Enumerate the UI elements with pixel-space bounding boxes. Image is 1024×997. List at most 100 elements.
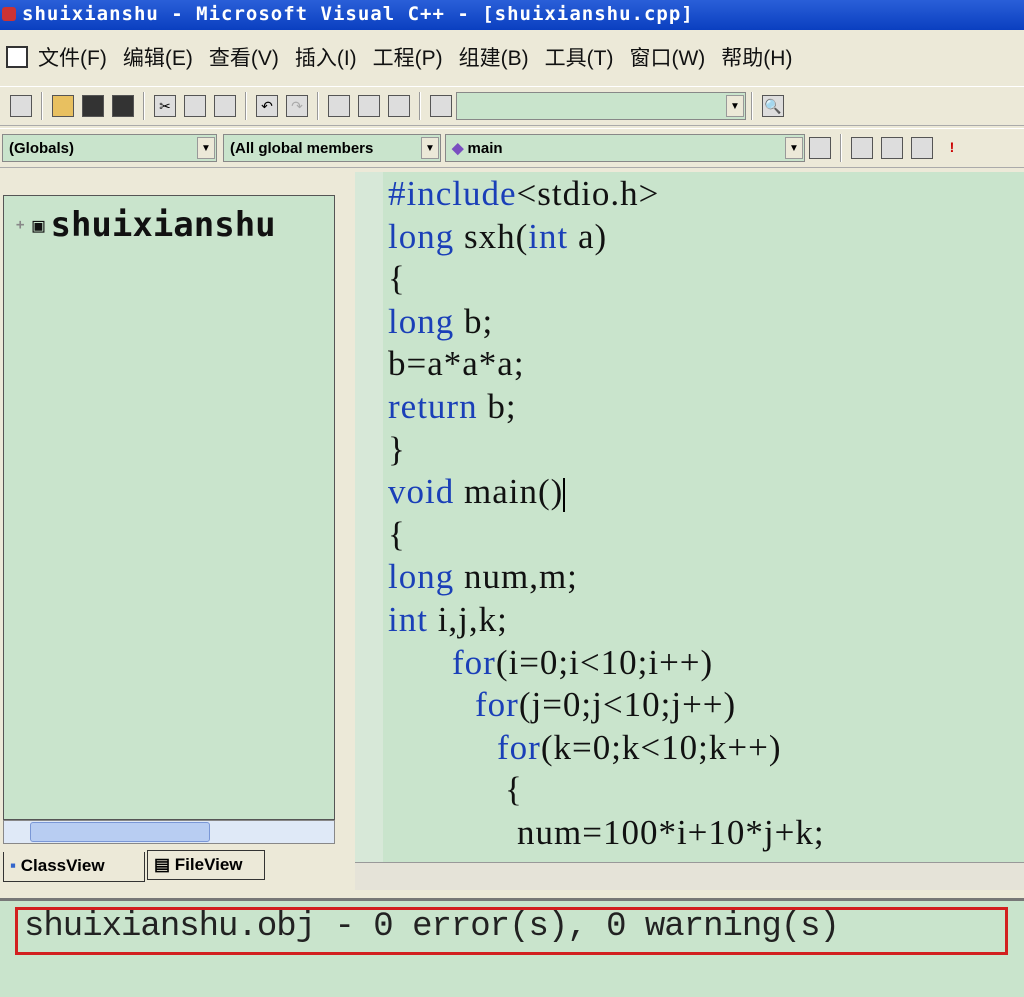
code-text: num,m; bbox=[454, 557, 578, 597]
menu-window[interactable]: 窗口(W) bbox=[629, 42, 705, 72]
stop-build-icon[interactable] bbox=[911, 137, 933, 159]
tree-item-root[interactable]: + ▣ shuixianshu bbox=[16, 205, 276, 245]
redo-icon[interactable]: ↷ bbox=[286, 95, 308, 117]
find-combo[interactable]: ▼ bbox=[456, 92, 746, 120]
menu-insert[interactable]: 插入(I) bbox=[295, 42, 357, 72]
code-keyword: int bbox=[388, 600, 428, 639]
class-tree[interactable] bbox=[3, 195, 335, 820]
expand-icon[interactable]: + bbox=[16, 217, 24, 233]
chevron-down-icon[interactable]: ▼ bbox=[421, 137, 439, 159]
chevron-down-icon[interactable]: ▼ bbox=[726, 95, 744, 117]
wizard-actions-icon[interactable] bbox=[809, 137, 831, 159]
code-text: a) bbox=[568, 216, 608, 256]
code-text: (j=0;j<10;j++) bbox=[518, 685, 737, 725]
code-text: i,j,k; bbox=[427, 600, 508, 639]
code-line: for(k=0;k<10;k++) bbox=[497, 728, 782, 768]
build-result-message: shuixianshu.obj - 0 error(s), 0 warning(… bbox=[24, 908, 840, 946]
code-keyword: long bbox=[388, 301, 455, 341]
code-keyword: int bbox=[528, 216, 569, 256]
code-text: b; bbox=[477, 387, 517, 426]
paste-icon[interactable] bbox=[214, 95, 236, 117]
cut-icon[interactable]: ✂ bbox=[154, 95, 176, 117]
member-combo[interactable]: ◆ main ▼ bbox=[445, 134, 805, 162]
editor-gutter bbox=[355, 172, 383, 862]
text-caret bbox=[563, 478, 566, 513]
output-window-icon[interactable] bbox=[358, 95, 380, 117]
code-keyword: for bbox=[497, 727, 541, 767]
code-line: long num,m; bbox=[388, 557, 578, 597]
code-keyword: return bbox=[388, 387, 478, 426]
title-bar: shuixianshu - Microsoft Visual C++ - [sh… bbox=[0, 0, 1024, 30]
menu-edit[interactable]: 编辑(E) bbox=[123, 42, 193, 72]
compile-icon[interactable] bbox=[851, 137, 873, 159]
menu-help[interactable]: 帮助(H) bbox=[721, 42, 792, 72]
code-text: b; bbox=[454, 301, 494, 341]
code-keyword: long bbox=[388, 557, 455, 597]
copy-icon[interactable] bbox=[184, 95, 206, 117]
chevron-down-icon[interactable]: ▼ bbox=[197, 137, 215, 159]
code-line: for(i=0;i<10;i++) bbox=[452, 643, 713, 683]
code-line: num=100*i+10*j+k; bbox=[517, 813, 825, 853]
code-text: (i=0;i<10;i++) bbox=[495, 642, 714, 682]
project-icon: ▣ bbox=[32, 213, 45, 237]
build-icon[interactable] bbox=[881, 137, 903, 159]
classview-icon: ▪ bbox=[10, 856, 17, 875]
menu-project[interactable]: 工程(P) bbox=[373, 42, 443, 72]
document-icon[interactable] bbox=[6, 46, 28, 68]
code-keyword: void bbox=[388, 472, 455, 512]
code-text: num=100*i+10*j+k; bbox=[517, 813, 825, 852]
menu-view[interactable]: 查看(V) bbox=[209, 42, 279, 72]
filter-combo[interactable]: (All global members ▼ bbox=[223, 134, 441, 162]
code-line: long b; bbox=[388, 302, 493, 342]
code-line: int i,j,k; bbox=[388, 600, 508, 640]
code-text: b=a*a*a; bbox=[388, 344, 525, 384]
new-file-icon[interactable] bbox=[10, 95, 32, 117]
code-text: { bbox=[388, 514, 406, 554]
chevron-down-icon[interactable]: ▼ bbox=[785, 137, 803, 159]
menu-tools[interactable]: 工具(T) bbox=[545, 42, 614, 72]
find-in-files-icon[interactable] bbox=[430, 95, 452, 117]
open-icon[interactable] bbox=[52, 95, 74, 117]
code-line: return b; bbox=[388, 387, 517, 427]
code-line: #include<stdio.h> bbox=[388, 174, 659, 214]
workspace-icon[interactable] bbox=[328, 95, 350, 117]
standard-toolbar: ✂ ↶ ↷ ▼ 🔍 bbox=[0, 86, 1024, 126]
window-list-icon[interactable] bbox=[388, 95, 410, 117]
menu-bar: 文件(F) 编辑(E) 查看(V) 插入(I) 工程(P) 组建(B) 工具(T… bbox=[0, 32, 1024, 82]
code-line: for(j=0;j<10;j++) bbox=[475, 685, 736, 725]
scrollbar-thumb[interactable] bbox=[30, 822, 210, 842]
save-all-icon[interactable] bbox=[112, 95, 134, 117]
code-line: b=a*a*a; bbox=[388, 344, 525, 384]
wizard-bar: (Globals) ▼ (All global members ▼ ◆ main ▼ ! bbox=[0, 128, 1024, 168]
app-icon[interactable] bbox=[2, 7, 16, 21]
execute-icon[interactable]: ! bbox=[941, 137, 963, 159]
code-text: } bbox=[388, 429, 406, 469]
menu-build[interactable]: 组建(B) bbox=[459, 42, 529, 72]
code-text: sxh( bbox=[454, 216, 529, 256]
scope-combo[interactable]: (Globals) ▼ bbox=[2, 134, 217, 162]
code-keyword: long bbox=[388, 216, 455, 256]
tab-fileview[interactable]: ▤ FileView bbox=[147, 850, 265, 880]
function-icon: ◆ bbox=[452, 140, 464, 157]
code-keyword: for bbox=[452, 642, 496, 682]
code-text: main() bbox=[454, 472, 564, 512]
code-keyword: #include bbox=[388, 174, 517, 213]
window-title: shuixianshu - Microsoft Visual C++ - [sh… bbox=[22, 3, 694, 25]
code-line: { bbox=[505, 770, 523, 810]
code-text: <stdio.h> bbox=[516, 174, 660, 213]
undo-icon[interactable]: ↶ bbox=[256, 95, 278, 117]
fileview-icon: ▤ bbox=[154, 855, 171, 874]
editor-scrollbar[interactable] bbox=[355, 862, 1024, 890]
code-area[interactable]: #include<stdio.h> long sxh(int a){long b;… bbox=[388, 172, 1024, 862]
code-text: (k=0;k<10;k++) bbox=[540, 727, 782, 767]
search-icon[interactable]: 🔍 bbox=[762, 95, 784, 117]
code-line: } bbox=[388, 430, 406, 470]
code-line: long sxh(int a) bbox=[388, 217, 607, 257]
save-icon[interactable] bbox=[82, 95, 104, 117]
menu-file[interactable]: 文件(F) bbox=[38, 42, 107, 72]
tab-classview[interactable]: ▪ ClassView bbox=[3, 852, 145, 882]
code-text: { bbox=[388, 259, 406, 299]
code-line: { bbox=[388, 515, 406, 555]
code-line: void main() bbox=[388, 472, 566, 513]
code-text: { bbox=[505, 770, 523, 810]
